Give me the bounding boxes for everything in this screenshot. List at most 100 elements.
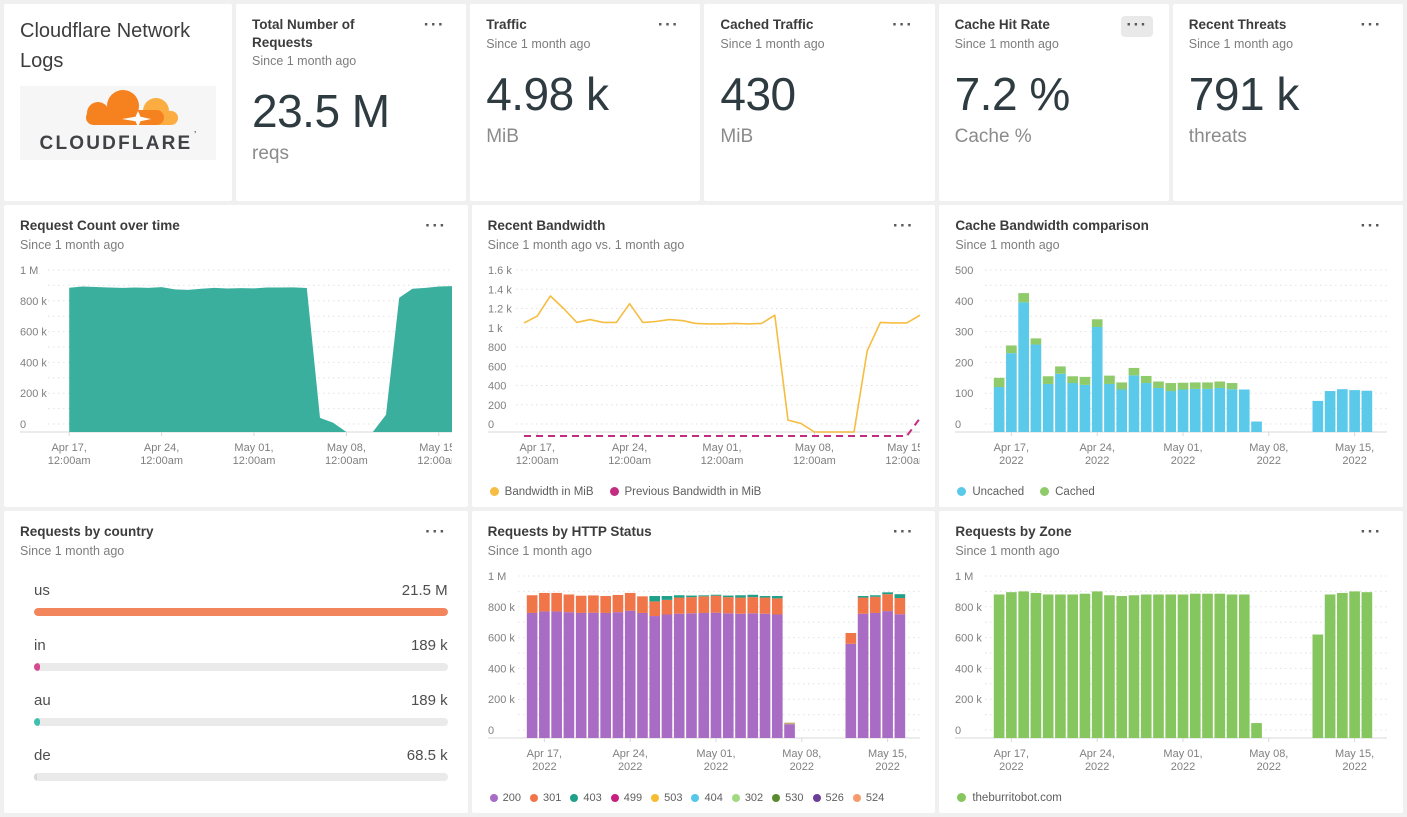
panel-menu-button[interactable]: ··· <box>419 16 450 37</box>
svg-text:May 15,: May 15, <box>868 748 907 760</box>
bar-segment <box>550 610 562 738</box>
bar-segment <box>1018 590 1030 738</box>
bar-segment <box>636 612 648 738</box>
svg-text:2022: 2022 <box>1257 761 1281 773</box>
bar-segment <box>894 597 905 614</box>
legend-item[interactable]: 404 <box>691 792 723 804</box>
country-label: in <box>34 636 46 654</box>
bar-segment <box>1030 337 1042 345</box>
stat-value: 7.2 % <box>954 67 1071 120</box>
bar-segment <box>994 377 1005 387</box>
legend-item[interactable]: 301 <box>530 792 561 804</box>
svg-text:200: 200 <box>955 357 973 369</box>
svg-text:1.2 k: 1.2 k <box>488 303 512 315</box>
bar-segment <box>881 593 893 611</box>
legend-label: Previous Bandwidth in MiB <box>624 485 762 498</box>
legend-item[interactable]: theburritobot.com <box>957 792 1062 804</box>
panel-menu-button[interactable]: ··· <box>888 523 919 544</box>
legend-item[interactable]: Previous Bandwidth in MiB <box>609 485 762 498</box>
panel-menu-button[interactable]: ··· <box>1356 217 1387 238</box>
bar-segment <box>771 595 783 598</box>
legend-item[interactable]: 403 <box>570 792 602 804</box>
bar-segment <box>994 594 1005 738</box>
chart-title: Requests by HTTP Status <box>487 524 652 539</box>
svg-text:2022: 2022 <box>875 761 899 773</box>
bar-segment <box>1043 375 1054 384</box>
cache-bandwidth-chart[interactable]: 5004003002001000Apr 17,2022Apr 24,2022Ma… <box>955 258 1388 483</box>
legend-dot-icon <box>957 793 967 803</box>
country-label: us <box>34 581 50 599</box>
bar-segment <box>1337 592 1349 738</box>
bar-segment <box>575 595 587 613</box>
request-count-chart[interactable]: 1 M800 k600 k400 k200 k0Apr 17,12:00amAp… <box>20 258 452 483</box>
country-row[interactable]: de 68.5 k <box>34 747 448 781</box>
bar-segment <box>1202 388 1214 432</box>
svg-text:2022: 2022 <box>1343 761 1367 773</box>
bar-segment <box>747 594 758 597</box>
bar-segment <box>1043 594 1054 738</box>
legend-item[interactable]: 499 <box>610 792 642 804</box>
legend-item[interactable]: Cached <box>1040 486 1095 498</box>
legend-item[interactable]: Bandwidth in MiB <box>489 486 594 498</box>
cache-bandwidth-legend: Uncached Cached <box>955 486 1387 498</box>
svg-text:12:00am: 12:00am <box>700 455 743 467</box>
bar-segment <box>550 592 562 611</box>
recent-bandwidth-chart[interactable]: 1.6 k1.4 k1.2 k1 k8006004002000Apr 17,12… <box>487 258 920 483</box>
requests-by-zone-chart[interactable]: 1 M800 k600 k400 k200 k0Apr 17,2022Apr 2… <box>955 564 1388 789</box>
legend-item[interactable]: 503 <box>651 792 682 804</box>
bar-segment <box>845 632 856 644</box>
bar-segment <box>1239 594 1250 738</box>
svg-text:0: 0 <box>20 419 26 431</box>
svg-text:400: 400 <box>488 380 506 392</box>
bar-segment <box>857 595 869 598</box>
legend-item[interactable]: 526 <box>812 792 844 804</box>
stat-unit: Cache % <box>954 125 1032 147</box>
chart-title: Request Count over time <box>20 218 180 233</box>
legend-dot-icon <box>610 793 619 802</box>
stat-title: Recent Threats <box>1188 17 1287 32</box>
legend-item[interactable]: 530 <box>772 792 804 804</box>
bar-segment <box>526 612 538 738</box>
chart-subtitle: Since 1 month ago <box>20 543 125 558</box>
svg-text:12:00am: 12:00am <box>140 455 183 467</box>
panel-menu-button[interactable]: ··· <box>888 217 919 238</box>
panel-menu-button[interactable]: ··· <box>1356 523 1387 544</box>
country-row[interactable]: us 21.5 M <box>34 582 448 616</box>
legend-dot-icon <box>852 793 861 802</box>
panel-menu-button[interactable]: ··· <box>1121 16 1153 37</box>
svg-text:0: 0 <box>955 419 961 431</box>
bar-segment <box>1190 388 1201 432</box>
country-label: de <box>34 746 51 764</box>
country-row[interactable]: au 189 k <box>34 692 448 726</box>
bar-segment <box>1227 388 1238 432</box>
bar-segment <box>1092 326 1103 432</box>
requests-by-http-status-panel: Requests by HTTP Status Since 1 month ag… <box>471 511 936 813</box>
bar-segment <box>771 614 783 738</box>
svg-text:1 M: 1 M <box>488 571 506 583</box>
bar-segment <box>771 597 783 615</box>
request-count-panel: Request Count over time Since 1 month ag… <box>4 205 468 507</box>
bar-segment <box>1018 301 1030 432</box>
stat-panel-traffic: Traffic Since 1 month ago ··· 4.98 k MiB <box>470 4 701 201</box>
panel-menu-button[interactable]: ··· <box>420 217 451 238</box>
http-status-legend: 200 301 403 499 503 404 302 530 526 524 <box>488 792 920 804</box>
legend-dot-icon <box>1040 487 1050 497</box>
panel-menu-button[interactable]: ··· <box>420 523 451 544</box>
country-row[interactable]: in 189 k <box>34 637 448 671</box>
bar-segment <box>673 597 685 614</box>
bar-segment <box>734 613 746 738</box>
legend-item[interactable]: 524 <box>852 792 884 804</box>
bar-segment <box>698 595 709 613</box>
bar-segment <box>894 613 905 738</box>
legend-item[interactable]: 302 <box>731 792 763 804</box>
bar-segment <box>1055 594 1067 738</box>
http-status-chart[interactable]: 1 M800 k600 k400 k200 k0Apr 17,2022Apr 2… <box>487 564 920 789</box>
bar-segment <box>1153 594 1165 738</box>
legend-item[interactable]: 200 <box>489 792 521 804</box>
legend-item[interactable]: Uncached <box>957 486 1024 498</box>
bar-segment <box>1079 376 1091 385</box>
panel-menu-button[interactable]: ··· <box>887 16 918 37</box>
panel-menu-button[interactable]: ··· <box>653 16 684 37</box>
svg-text:Apr 24,: Apr 24, <box>144 442 179 454</box>
panel-menu-button[interactable]: ··· <box>1356 16 1387 37</box>
